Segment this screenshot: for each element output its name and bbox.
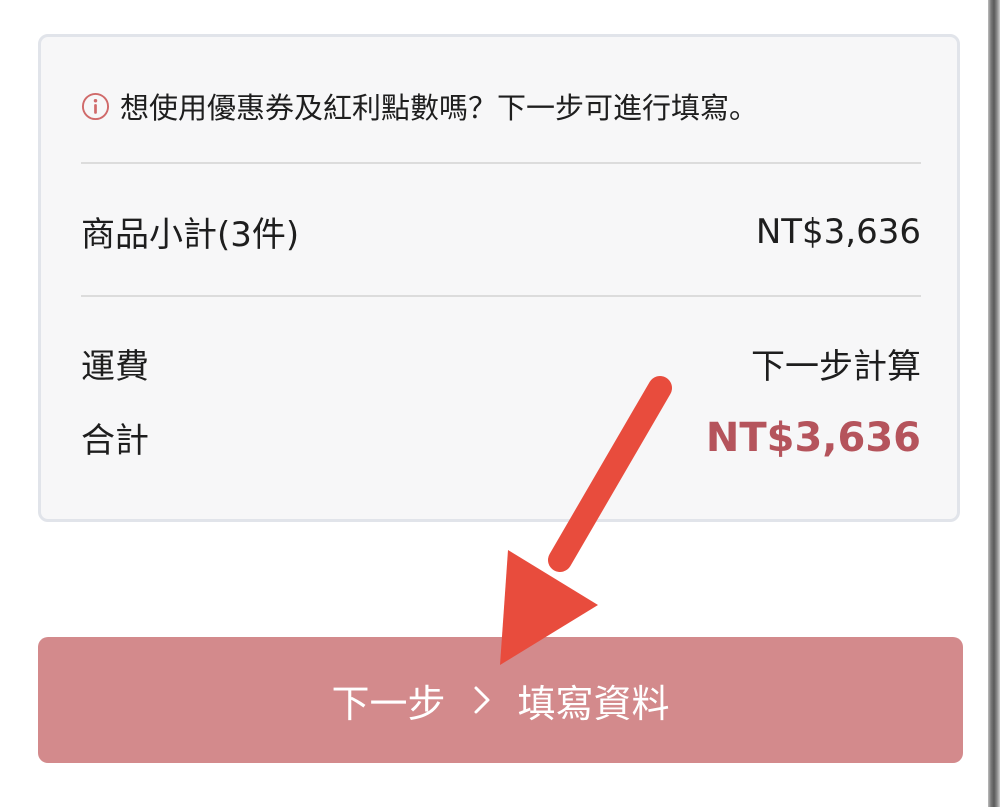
coupon-notice-text: 想使用優惠券及紅利點數嗎？下一步可進行填寫。 [120, 91, 759, 125]
screen-edge-shadow [988, 0, 1000, 807]
fill-info-label: 填寫資料 [517, 681, 670, 726]
shipping-row: 運費 下一步計算 [81, 339, 921, 388]
divider [81, 295, 921, 297]
chevron-right-icon [474, 686, 489, 714]
coupon-notice: 想使用優惠券及紅利點數嗎？下一步可進行填寫。 [81, 85, 758, 127]
divider [81, 162, 921, 164]
next-step-label: 下一步 [331, 681, 446, 726]
total-label: 合計 [81, 421, 149, 461]
subtotal-row: 商品小計(3件) NT$3,636 [81, 207, 921, 256]
subtotal-label: 商品小計(3件) [81, 215, 300, 255]
shipping-value: 下一步計算 [751, 347, 921, 387]
order-summary-card: 想使用優惠券及紅利點數嗎？下一步可進行填寫。 商品小計(3件) NT$3,636… [38, 34, 960, 522]
subtotal-value: NT$3,636 [755, 211, 921, 252]
total-row: 合計 NT$3,636 [81, 413, 921, 462]
total-value: NT$3,636 [705, 414, 921, 461]
shipping-label: 運費 [81, 347, 149, 387]
next-step-button[interactable]: 下一步 填寫資料 [38, 637, 963, 763]
info-circle-icon [81, 92, 110, 120]
